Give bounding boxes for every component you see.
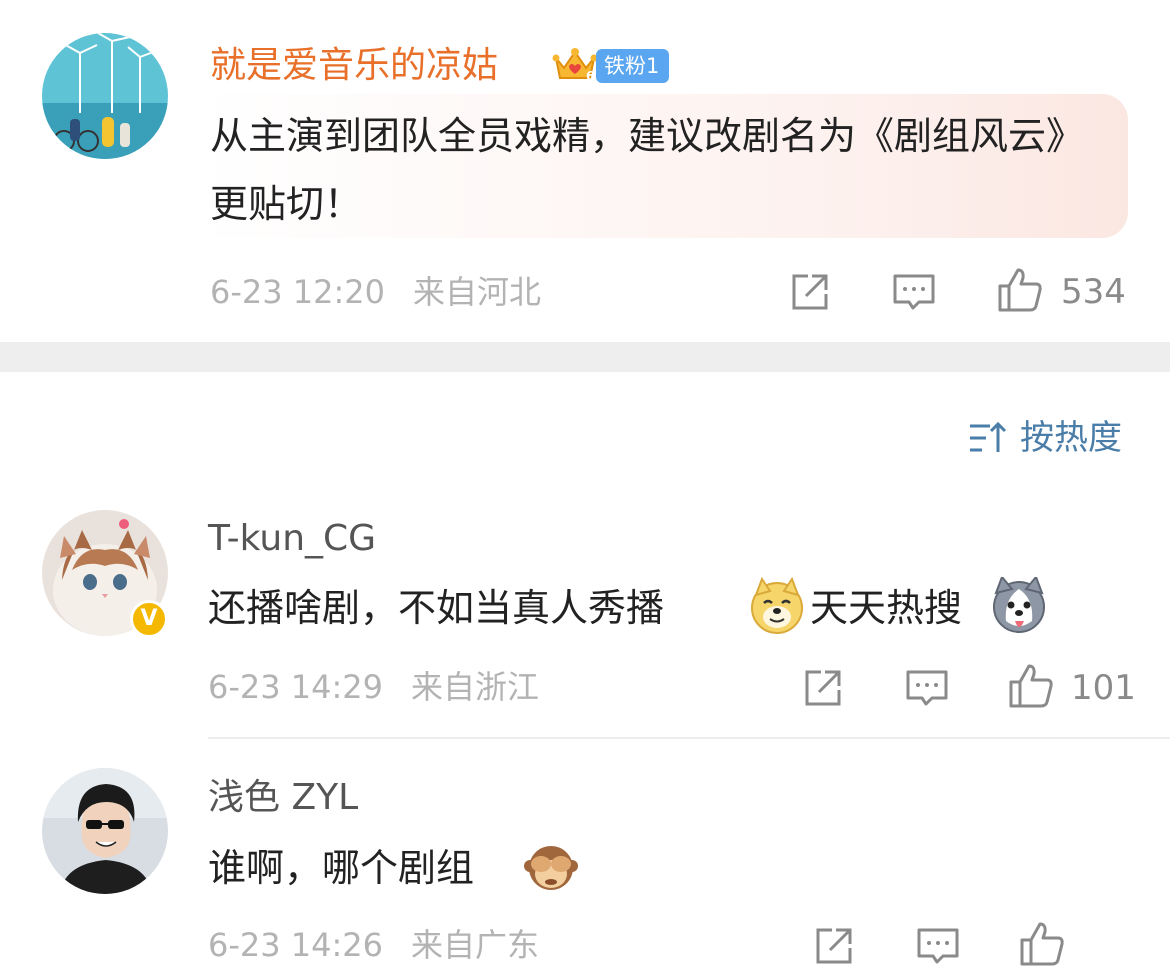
- husky-emoji-icon: [990, 575, 1048, 639]
- comment-icon[interactable]: [891, 270, 937, 318]
- doge-emoji-icon: [748, 576, 806, 639]
- like-icon[interactable]: [1018, 920, 1066, 972]
- timestamp: 6-23 12:20: [210, 273, 386, 311]
- comment-text: 谁啊，哪个剧组: [208, 846, 475, 890]
- comment-text-part: 还播啥剧，不如当真人秀播: [208, 586, 665, 630]
- comment-text: 还播啥剧，不如当真人秀播: [208, 574, 664, 642]
- share-icon[interactable]: [812, 924, 856, 972]
- like-icon[interactable]: [1007, 662, 1055, 714]
- verified-badge: V: [130, 600, 168, 638]
- comment-text: 从主演到团队全员戏精，建议改剧名为《剧组风云》更贴切！: [210, 114, 1085, 226]
- comment-divider: [208, 737, 1170, 739]
- share-icon[interactable]: [788, 270, 832, 318]
- share-icon[interactable]: [801, 666, 845, 714]
- timestamp: 6-23 14:29: [208, 668, 384, 706]
- sort-icon: [968, 420, 1008, 460]
- like-icon[interactable]: [996, 266, 1044, 318]
- comment-text: 天天热搜: [810, 574, 962, 642]
- username[interactable]: 浅色 ZYL: [208, 780, 358, 816]
- sort-label: 按热度: [1020, 418, 1122, 458]
- section-divider: [0, 342, 1170, 372]
- comment-icon[interactable]: [904, 666, 950, 714]
- see-no-evil-monkey-emoji-icon: [524, 840, 578, 898]
- avatar[interactable]: [42, 768, 168, 894]
- crown-icon: 6: [552, 44, 598, 84]
- svg-text:6: 6: [586, 69, 594, 83]
- like-count: 534: [1061, 272, 1126, 312]
- username[interactable]: 就是爱音乐的凉姑: [210, 48, 498, 84]
- location: 来自河北: [413, 273, 542, 311]
- avatar[interactable]: [42, 33, 168, 159]
- location: 来自浙江: [411, 668, 540, 706]
- fan-badge: 铁粉1: [596, 49, 670, 83]
- comment-icon[interactable]: [915, 924, 961, 972]
- comment-text-part: 天天热搜: [810, 586, 963, 630]
- timestamp: 6-23 14:26: [208, 926, 384, 964]
- username[interactable]: T-kun_CG: [208, 521, 376, 557]
- like-count: 101: [1071, 668, 1136, 708]
- location: 来自广东: [411, 926, 540, 964]
